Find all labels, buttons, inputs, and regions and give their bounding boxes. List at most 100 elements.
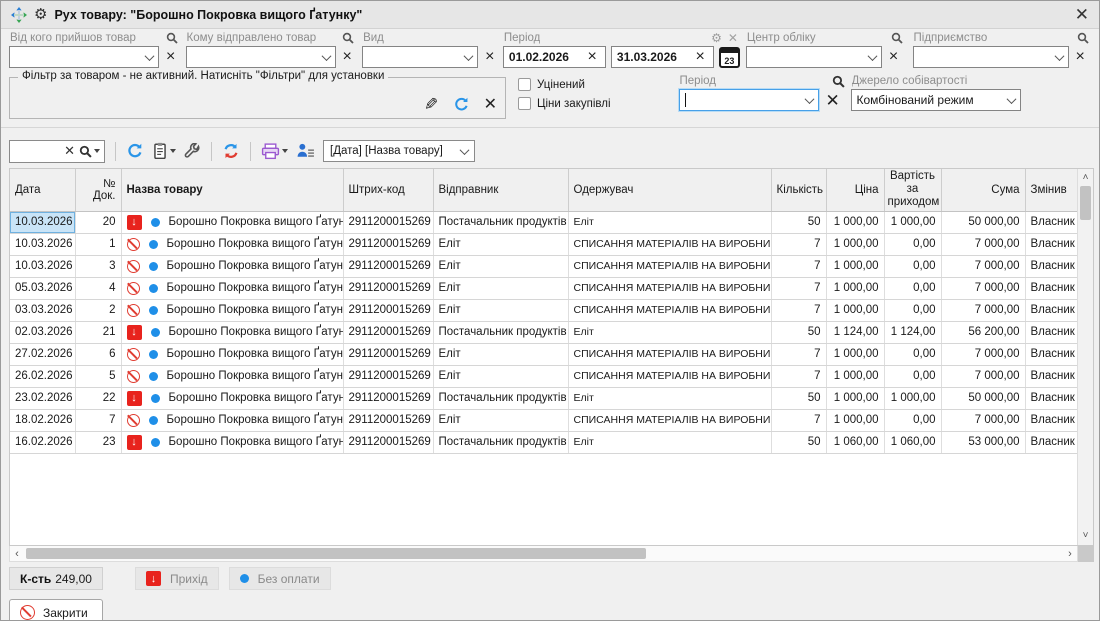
col-header-barcode[interactable]: Штрих-код: [343, 169, 433, 211]
cell-sender[interactable]: Еліт: [433, 409, 568, 431]
cell-date[interactable]: 05.03.2026: [10, 277, 75, 299]
col-header-receiver[interactable]: Одержувач: [568, 169, 771, 211]
cell-product-name[interactable]: Борошно Покровка вищого Ґатунку: [121, 365, 343, 387]
vertical-scrollbar[interactable]: ˄ ˅: [1077, 169, 1093, 545]
cell-changed-by[interactable]: Власник: [1025, 211, 1078, 233]
col-header-cost[interactable]: Вартість за приходом: [884, 169, 941, 211]
cell-date[interactable]: 26.02.2026: [10, 365, 75, 387]
table-row[interactable]: 02.03.2026 21 Борошно Покровка вищого Ґа…: [10, 321, 1078, 343]
cell-barcode[interactable]: 2911200015269: [343, 365, 433, 387]
cell-quantity[interactable]: 50: [771, 431, 826, 453]
cell-receiver[interactable]: СПИСАННЯ МАТЕРІАЛІВ НА ВИРОБНИЦТВО: [568, 255, 771, 277]
cell-changed-by[interactable]: Власник: [1025, 387, 1078, 409]
refresh-filter-icon[interactable]: [453, 96, 470, 113]
col-header-name[interactable]: Назва товару: [121, 169, 343, 211]
cell-sender[interactable]: Еліт: [433, 365, 568, 387]
move-icon[interactable]: [11, 7, 27, 23]
period-clear-icon[interactable]: ✕: [728, 32, 738, 44]
period-settings-gear-icon[interactable]: ⚙: [711, 32, 722, 44]
cell-product-name[interactable]: Борошно Покровка вищого Ґатунку: [121, 299, 343, 321]
cell-sum[interactable]: 50 000,00: [941, 211, 1025, 233]
cell-changed-by[interactable]: Власник: [1025, 299, 1078, 321]
cell-quantity[interactable]: 7: [771, 233, 826, 255]
cell-changed-by[interactable]: Власник: [1025, 321, 1078, 343]
cell-doc-number[interactable]: 5: [75, 365, 121, 387]
cell-price[interactable]: 1 000,00: [826, 365, 884, 387]
edit-filter-pencil-icon[interactable]: ✎: [424, 96, 438, 113]
cell-doc-number[interactable]: 20: [75, 211, 121, 233]
period-date-to[interactable]: 31.03.2026×: [611, 46, 714, 68]
cell-sum[interactable]: 7 000,00: [941, 277, 1025, 299]
table-row[interactable]: 23.02.2026 22 Борошно Покровка вищого Ґа…: [10, 387, 1078, 409]
close-window-icon[interactable]: ✕: [1075, 6, 1089, 23]
cell-quantity[interactable]: 7: [771, 299, 826, 321]
cell-doc-number[interactable]: 21: [75, 321, 121, 343]
cell-price[interactable]: 1 124,00: [826, 321, 884, 343]
cell-price[interactable]: 1 000,00: [826, 409, 884, 431]
table-row[interactable]: 05.03.2026 4 Борошно Покровка вищого Ґат…: [10, 277, 1078, 299]
cell-quantity[interactable]: 50: [771, 387, 826, 409]
print-icon[interactable]: [261, 143, 288, 160]
search-icon[interactable]: [166, 32, 178, 44]
cell-sum[interactable]: 53 000,00: [941, 431, 1025, 453]
scroll-down-icon[interactable]: ˅: [1078, 529, 1093, 543]
cell-sender[interactable]: Постачальник продуктів: [433, 211, 568, 233]
cell-sender[interactable]: Еліт: [433, 343, 568, 365]
cell-receiver[interactable]: СПИСАННЯ МАТЕРІАЛІВ НА ВИРОБНИЦТВО: [568, 365, 771, 387]
filter-enterprise-combo[interactable]: [913, 46, 1069, 68]
copy-document-icon[interactable]: [152, 142, 176, 160]
cell-barcode[interactable]: 2911200015269: [343, 255, 433, 277]
cell-receiver[interactable]: Еліт: [568, 387, 771, 409]
table-row[interactable]: 03.03.2026 2 Борошно Покровка вищого Ґат…: [10, 299, 1078, 321]
cell-sender[interactable]: Постачальник продуктів: [433, 387, 568, 409]
cell-receiver[interactable]: СПИСАННЯ МАТЕРІАЛІВ НА ВИРОБНИЦТВО: [568, 299, 771, 321]
search-icon[interactable]: [891, 32, 903, 44]
cell-doc-number[interactable]: 7: [75, 409, 121, 431]
cell-product-name[interactable]: Борошно Покровка вищого Ґатунку: [121, 277, 343, 299]
cell-cost[interactable]: 1 060,00: [884, 431, 941, 453]
cost-source-combo[interactable]: Комбінований режим: [851, 89, 1021, 111]
cell-sender[interactable]: Еліт: [433, 255, 568, 277]
cell-date[interactable]: 10.03.2026: [10, 255, 75, 277]
cell-sender[interactable]: Постачальник продуктів: [433, 431, 568, 453]
cell-doc-number[interactable]: 23: [75, 431, 121, 453]
cell-date[interactable]: 27.02.2026: [10, 343, 75, 365]
cell-cost[interactable]: 1 000,00: [884, 387, 941, 409]
cell-cost[interactable]: 1 000,00: [884, 211, 941, 233]
cell-quantity[interactable]: 7: [771, 255, 826, 277]
cell-changed-by[interactable]: Власник: [1025, 431, 1078, 453]
col-header-sender[interactable]: Відправник: [433, 169, 568, 211]
col-header-doc[interactable]: № Док.: [75, 169, 121, 211]
cell-sender[interactable]: Еліт: [433, 233, 568, 255]
cell-changed-by[interactable]: Власник: [1025, 409, 1078, 431]
cell-product-name[interactable]: Борошно Покровка вищого Ґатунку: [121, 431, 343, 453]
search-icon[interactable]: [832, 75, 845, 88]
cell-barcode[interactable]: 2911200015269: [343, 343, 433, 365]
table-row[interactable]: 26.02.2026 5 Борошно Покровка вищого Ґат…: [10, 365, 1078, 387]
cell-date[interactable]: 02.03.2026: [10, 321, 75, 343]
cell-barcode[interactable]: 2911200015269: [343, 431, 433, 453]
date-from-clear-icon[interactable]: ×: [585, 49, 600, 65]
scroll-right-icon[interactable]: ›: [1063, 548, 1077, 560]
cell-doc-number[interactable]: 6: [75, 343, 121, 365]
col-header-date[interactable]: Дата: [10, 169, 75, 211]
settings-gear-icon[interactable]: ⚙: [34, 7, 47, 22]
cell-sum[interactable]: 7 000,00: [941, 299, 1025, 321]
date-to-clear-icon[interactable]: ×: [693, 49, 708, 65]
cell-barcode[interactable]: 2911200015269: [343, 233, 433, 255]
cell-date[interactable]: 23.02.2026: [10, 387, 75, 409]
search-icon[interactable]: [342, 32, 354, 44]
cell-quantity[interactable]: 7: [771, 409, 826, 431]
filter-kind-clear-icon[interactable]: ×: [482, 49, 497, 65]
scroll-up-icon[interactable]: ˄: [1078, 171, 1093, 185]
cell-quantity[interactable]: 7: [771, 365, 826, 387]
refresh-icon[interactable]: [126, 142, 144, 160]
cell-changed-by[interactable]: Власник: [1025, 277, 1078, 299]
col-header-changed[interactable]: Змінив: [1025, 169, 1078, 211]
search-icon[interactable]: [79, 145, 100, 158]
cell-date[interactable]: 10.03.2026: [10, 233, 75, 255]
filter-center-clear-icon[interactable]: ×: [886, 49, 901, 65]
cell-changed-by[interactable]: Власник: [1025, 365, 1078, 387]
cell-price[interactable]: 1 000,00: [826, 299, 884, 321]
close-button[interactable]: Закрити: [9, 599, 103, 621]
